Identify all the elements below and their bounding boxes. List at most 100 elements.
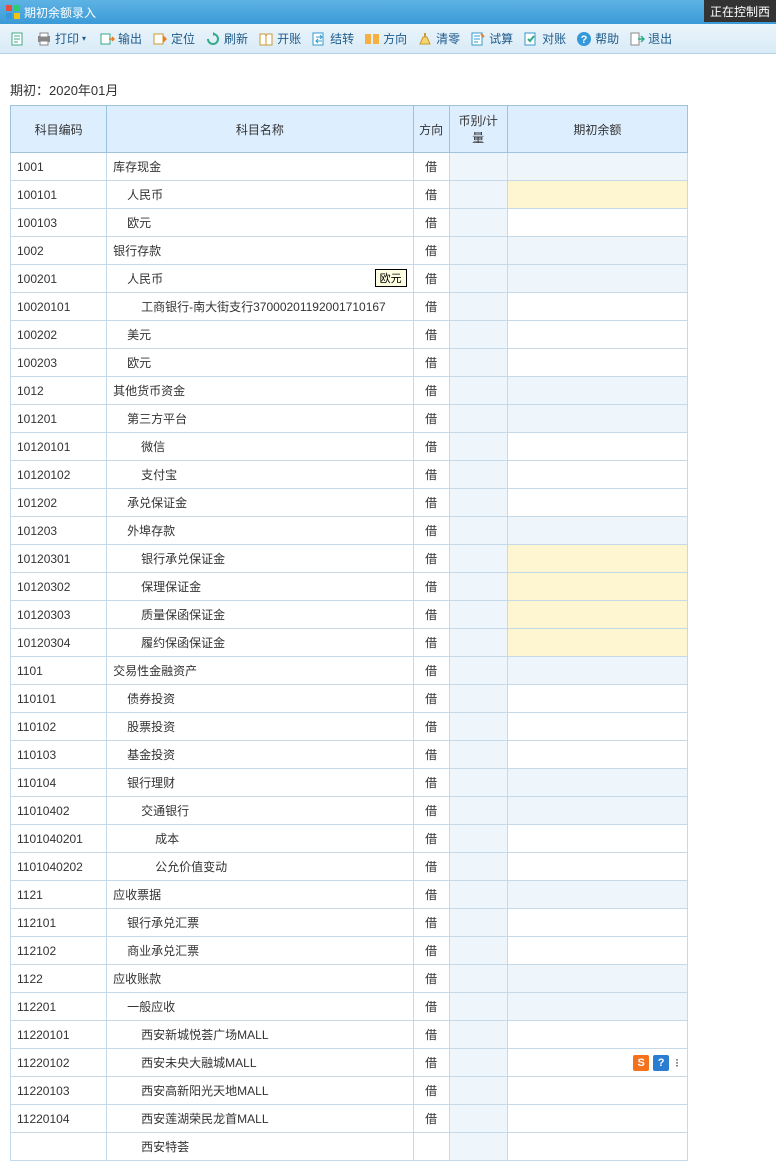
cell-direction[interactable]: 借 [413, 881, 449, 909]
cell-balance[interactable] [507, 909, 687, 937]
cell-direction[interactable]: 借 [413, 405, 449, 433]
cell-currency[interactable] [449, 1021, 507, 1049]
cell-code[interactable]: 110102 [11, 713, 107, 741]
cell-name[interactable]: 银行理财 [107, 769, 413, 797]
table-row[interactable]: 10120101微信借 [11, 433, 688, 461]
cell-direction[interactable]: 借 [413, 265, 449, 293]
cell-balance[interactable]: S?⁝ [507, 1049, 687, 1077]
cell-name[interactable]: 人民币欧元 [107, 265, 413, 293]
cell-direction[interactable]: 借 [413, 937, 449, 965]
cell-currency[interactable] [449, 825, 507, 853]
toolbar-draft-button[interactable] [6, 29, 30, 49]
table-row[interactable]: 11220101西安新城悦荟广场MALL借 [11, 1021, 688, 1049]
cell-code[interactable]: 1122 [11, 965, 107, 993]
cell-name[interactable]: 基金投资 [107, 741, 413, 769]
cell-direction[interactable] [413, 1133, 449, 1161]
cell-direction[interactable]: 借 [413, 349, 449, 377]
cell-name[interactable]: 保理保证金 [107, 573, 413, 601]
cell-balance[interactable] [507, 629, 687, 657]
cell-direction[interactable]: 借 [413, 657, 449, 685]
cell-balance[interactable] [507, 1133, 687, 1161]
cell-code[interactable]: 110101 [11, 685, 107, 713]
table-row[interactable]: 100201人民币欧元借 [11, 265, 688, 293]
table-row[interactable]: 110101债券投资借 [11, 685, 688, 713]
table-row[interactable]: 西安特荟 [11, 1133, 688, 1161]
cell-code[interactable]: 10120101 [11, 433, 107, 461]
cell-balance[interactable] [507, 685, 687, 713]
table-row[interactable]: 11220104西安莲湖荣民龙首MALL借 [11, 1105, 688, 1133]
cell-direction[interactable]: 借 [413, 993, 449, 1021]
cell-code[interactable]: 1002 [11, 237, 107, 265]
cell-direction[interactable]: 借 [413, 433, 449, 461]
cell-name[interactable]: 股票投资 [107, 713, 413, 741]
cell-currency[interactable] [449, 377, 507, 405]
cell-balance[interactable] [507, 881, 687, 909]
cell-name[interactable]: 应收账款 [107, 965, 413, 993]
cell-code[interactable] [11, 1133, 107, 1161]
cell-code[interactable]: 101202 [11, 489, 107, 517]
cell-name[interactable]: 西安特荟 [107, 1133, 413, 1161]
clear-button[interactable]: 清零 [413, 28, 464, 49]
cell-currency[interactable] [449, 1077, 507, 1105]
cell-balance[interactable] [507, 265, 687, 293]
cell-balance[interactable] [507, 1105, 687, 1133]
cell-code[interactable]: 112101 [11, 909, 107, 937]
cell-name[interactable]: 商业承兑汇票 [107, 937, 413, 965]
cell-name[interactable]: 支付宝 [107, 461, 413, 489]
cell-direction[interactable]: 借 [413, 853, 449, 881]
cell-currency[interactable] [449, 181, 507, 209]
table-row[interactable]: 101201第三方平台借 [11, 405, 688, 433]
cell-code[interactable]: 10120304 [11, 629, 107, 657]
cell-balance[interactable] [507, 517, 687, 545]
cell-code[interactable]: 1012 [11, 377, 107, 405]
table-row[interactable]: 10120102支付宝借 [11, 461, 688, 489]
cell-currency[interactable] [449, 489, 507, 517]
table-row[interactable]: 1101040202公允价值变动借 [11, 853, 688, 881]
cell-currency[interactable] [449, 573, 507, 601]
cell-name[interactable]: 一般应收 [107, 993, 413, 1021]
cell-name[interactable]: 库存现金 [107, 153, 413, 181]
cell-direction[interactable]: 借 [413, 629, 449, 657]
cell-name[interactable]: 履约保函保证金 [107, 629, 413, 657]
header-bal[interactable]: 期初余额 [507, 106, 687, 153]
cell-name[interactable]: 债券投资 [107, 685, 413, 713]
cell-code[interactable]: 1101 [11, 657, 107, 685]
cell-currency[interactable] [449, 713, 507, 741]
cell-balance[interactable] [507, 293, 687, 321]
cell-name[interactable]: 银行承兑保证金 [107, 545, 413, 573]
cell-balance[interactable] [507, 181, 687, 209]
transfer-button[interactable]: 结转 [307, 28, 358, 49]
cell-direction[interactable]: 借 [413, 1049, 449, 1077]
cell-direction[interactable]: 借 [413, 685, 449, 713]
recon-button[interactable]: 对账 [519, 28, 570, 49]
cell-name[interactable]: 成本 [107, 825, 413, 853]
cell-currency[interactable] [449, 265, 507, 293]
cell-currency[interactable] [449, 209, 507, 237]
cell-name[interactable]: 欧元 [107, 349, 413, 377]
cell-balance[interactable] [507, 489, 687, 517]
cell-balance[interactable] [507, 965, 687, 993]
cell-code[interactable]: 100101 [11, 181, 107, 209]
cell-code[interactable]: 110104 [11, 769, 107, 797]
table-row[interactable]: 110104银行理财借 [11, 769, 688, 797]
header-name[interactable]: 科目名称 [107, 106, 413, 153]
cell-balance[interactable] [507, 573, 687, 601]
cell-currency[interactable] [449, 853, 507, 881]
cell-name[interactable]: 承兑保证金 [107, 489, 413, 517]
cell-name[interactable]: 西安高新阳光天地MALL [107, 1077, 413, 1105]
cell-code[interactable]: 10120102 [11, 461, 107, 489]
cell-name[interactable]: 交通银行 [107, 797, 413, 825]
table-row[interactable]: 1012其他货币资金借 [11, 377, 688, 405]
cell-balance[interactable] [507, 1077, 687, 1105]
table-row[interactable]: 1001库存现金借 [11, 153, 688, 181]
cell-direction[interactable]: 借 [413, 237, 449, 265]
cell-currency[interactable] [449, 293, 507, 321]
cell-currency[interactable] [449, 1105, 507, 1133]
ime-help-icon[interactable]: ? [653, 1055, 669, 1071]
cell-name[interactable]: 第三方平台 [107, 405, 413, 433]
table-row[interactable]: 100202美元借 [11, 321, 688, 349]
table-row[interactable]: 112101银行承兑汇票借 [11, 909, 688, 937]
balance-grid[interactable]: 科目编码 科目名称 方向 币别/计量 期初余额 1001库存现金借100101人… [10, 105, 688, 1161]
cell-currency[interactable] [449, 937, 507, 965]
cell-direction[interactable]: 借 [413, 797, 449, 825]
